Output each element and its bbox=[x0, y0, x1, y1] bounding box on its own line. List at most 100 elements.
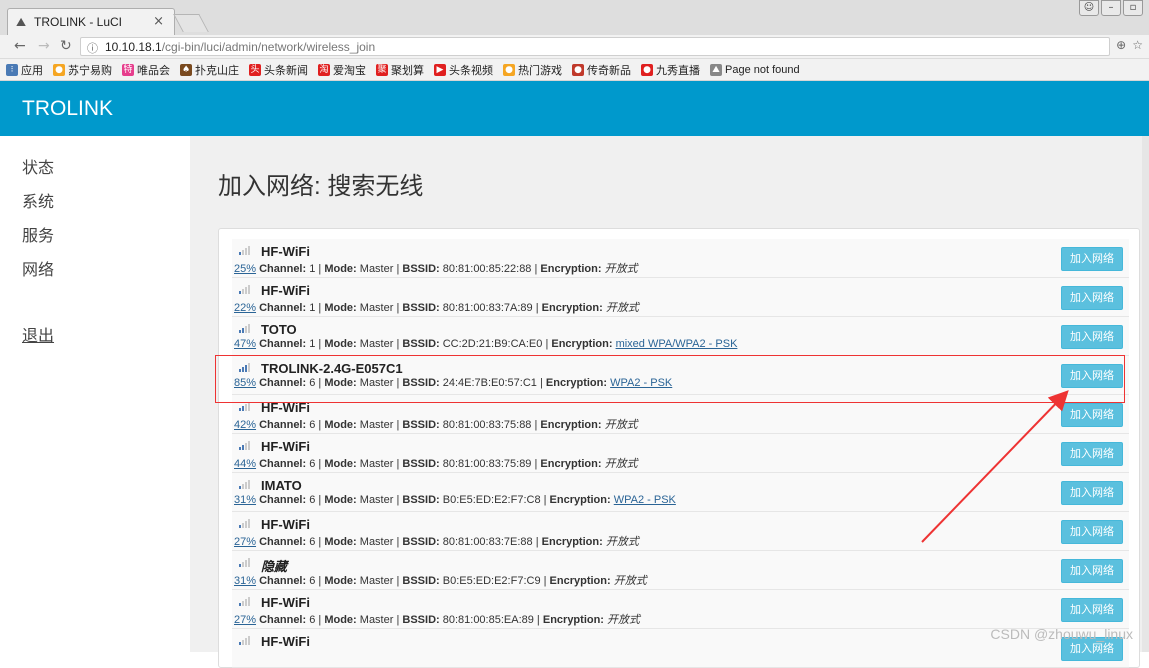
highlight-box bbox=[215, 355, 1125, 403]
address-toolbar: ← → ↻ ⓘ 10.10.18.1/cgi-bin/luci/admin/ne… bbox=[0, 35, 1149, 59]
bssid-value: B0:E5:ED:E2:F7:C9 bbox=[442, 575, 541, 587]
join-network-button[interactable]: 加入网络 bbox=[1061, 559, 1123, 583]
bookmark-item[interactable]: 特唯品会 bbox=[122, 62, 170, 78]
signal-percent-link[interactable]: 27% bbox=[234, 614, 256, 626]
network-list-panel: HF-WiFi 25% Channel: 1 | Mode: Master | B… bbox=[218, 228, 1140, 668]
join-network-button[interactable]: 加入网络 bbox=[1061, 325, 1123, 349]
encryption-link[interactable]: mixed WPA/WPA2 - PSK bbox=[616, 338, 738, 350]
channel-label: Channel: bbox=[259, 338, 307, 350]
bookmark-item[interactable]: 淘爱淘宝 bbox=[318, 62, 366, 78]
network-details: 42% Channel: 6 | Mode: Master | BSSID: 8… bbox=[234, 418, 638, 431]
brand-logo[interactable]: TROLINK bbox=[22, 97, 113, 121]
join-network-button[interactable]: 加入网络 bbox=[1061, 598, 1123, 622]
signal-percent-link[interactable]: 47% bbox=[234, 338, 256, 350]
signal-percent-link[interactable]: 42% bbox=[234, 419, 256, 431]
signal-percent-link[interactable]: 31% bbox=[234, 494, 256, 506]
bookmark-item[interactable]: ▶ 头条视频 bbox=[434, 62, 493, 78]
signal-percent-link[interactable]: 27% bbox=[234, 536, 256, 548]
watermark: CSDN @zhouwu_linux bbox=[990, 626, 1133, 642]
bookmark-item[interactable]: ● 苏宁易购 bbox=[53, 62, 112, 78]
join-network-button[interactable]: 加入网络 bbox=[1061, 247, 1123, 271]
bssid-value: 80:81:00:85:EA:89 bbox=[442, 614, 534, 626]
sidebar-item-system[interactable]: 系统 bbox=[22, 188, 54, 212]
mode-value: Master bbox=[359, 458, 394, 470]
bookmark-icon: ⛰ bbox=[710, 63, 722, 76]
network-ssid: HF-WiFi bbox=[261, 439, 310, 454]
channel-value: 6 bbox=[309, 575, 316, 587]
network-details: 25% Channel: 1 | Mode: Master | BSSID: 8… bbox=[234, 262, 638, 275]
join-network-button[interactable]: 加入网络 bbox=[1061, 403, 1123, 427]
network-row: HF-WiFi 25% Channel: 1 | Mode: Master | B… bbox=[232, 239, 1129, 278]
sidebar-item-status[interactable]: 状态 bbox=[22, 154, 54, 178]
encryption-label: Encryption: bbox=[541, 302, 603, 314]
encryption-link[interactable]: WPA2 - PSK bbox=[614, 494, 676, 506]
bookmark-item[interactable]: ● 热门游戏 bbox=[503, 62, 562, 78]
encryption-value: 开放式 bbox=[604, 457, 638, 470]
bookmark-icon: ● bbox=[641, 63, 653, 76]
new-tab-button[interactable] bbox=[173, 14, 209, 32]
encryption-value: 开放式 bbox=[604, 262, 638, 275]
network-details: 44% Channel: 6 | Mode: Master | BSSID: 8… bbox=[234, 457, 638, 470]
join-network-button[interactable]: 加入网络 bbox=[1061, 286, 1123, 310]
bookmark-item[interactable]: ⁝ 应用 bbox=[6, 62, 43, 78]
user-profile-icon[interactable]: ☺ bbox=[1079, 0, 1099, 16]
forward-icon[interactable]: → bbox=[38, 38, 50, 54]
signal-percent-link[interactable]: 22% bbox=[234, 302, 256, 314]
bookmark-star-icon[interactable]: ☆ bbox=[1132, 38, 1143, 52]
site-info-icon[interactable]: ⓘ bbox=[87, 40, 98, 56]
bookmark-icon: ♠ bbox=[180, 63, 192, 76]
network-ssid: IMATO bbox=[261, 478, 302, 493]
sidebar-item-services[interactable]: 服务 bbox=[22, 222, 54, 246]
signal-percent-link[interactable]: 25% bbox=[234, 263, 256, 275]
encryption-label: Encryption: bbox=[541, 536, 603, 548]
encryption-label: Encryption: bbox=[540, 458, 602, 470]
join-network-button[interactable]: 加入网络 bbox=[1061, 481, 1123, 505]
mode-value: Master bbox=[359, 302, 394, 314]
channel-label: Channel: bbox=[259, 575, 307, 587]
mode-label: Mode: bbox=[324, 458, 357, 470]
bookmark-icon: 聚 bbox=[376, 63, 388, 76]
channel-value: 6 bbox=[309, 494, 316, 506]
bookmark-label: Page not found bbox=[725, 63, 800, 76]
reload-icon[interactable]: ↻ bbox=[60, 38, 72, 54]
bssid-label: BSSID: bbox=[402, 302, 440, 314]
network-row: HF-WiFi 22% Channel: 1 | Mode: Master | B… bbox=[232, 278, 1129, 317]
page-title: 加入网络: 搜索无线 bbox=[218, 173, 424, 200]
zoom-icon[interactable]: ⊕ bbox=[1116, 38, 1126, 52]
bookmark-label: 头条视频 bbox=[449, 64, 493, 77]
join-network-button[interactable]: 加入网络 bbox=[1061, 520, 1123, 544]
bookmark-item[interactable]: ● 九秀直播 bbox=[641, 62, 700, 78]
signal-strength-icon bbox=[239, 246, 250, 255]
network-details: 31% Channel: 6 | Mode: Master | BSSID: B… bbox=[234, 574, 647, 587]
maximize-icon[interactable]: ▫ bbox=[1123, 0, 1143, 16]
bookmark-item[interactable]: ● 传奇新品 bbox=[572, 62, 631, 78]
channel-label: Channel: bbox=[259, 302, 307, 314]
network-ssid: TOTO bbox=[261, 322, 297, 337]
mode-label: Mode: bbox=[324, 494, 357, 506]
bookmark-item[interactable]: 头头条新闻 bbox=[249, 62, 308, 78]
encryption-label: Encryption: bbox=[549, 575, 611, 587]
bookmark-item[interactable]: 聚聚划算 bbox=[376, 62, 424, 78]
channel-value: 6 bbox=[309, 536, 316, 548]
minimize-icon[interactable]: – bbox=[1101, 0, 1121, 16]
signal-strength-icon bbox=[239, 636, 250, 645]
sidebar-item-logout[interactable]: 退出 bbox=[22, 322, 54, 346]
back-icon[interactable]: ← bbox=[14, 38, 26, 54]
join-network-button[interactable]: 加入网络 bbox=[1061, 442, 1123, 466]
bookmark-item[interactable]: ♠ 扑克山庄 bbox=[180, 62, 239, 78]
sidebar-item-network[interactable]: 网络 bbox=[22, 256, 54, 280]
signal-strength-icon bbox=[239, 441, 250, 450]
url-field[interactable]: ⓘ 10.10.18.1/cgi-bin/luci/admin/network/… bbox=[80, 37, 1110, 56]
signal-percent-link[interactable]: 44% bbox=[234, 458, 256, 470]
browser-tab[interactable]: ⛰ TROLINK - LuCI × bbox=[7, 8, 175, 35]
signal-percent-link[interactable]: 31% bbox=[234, 575, 256, 587]
bookmark-item[interactable]: ⛰ Page not found bbox=[710, 63, 800, 76]
channel-value: 1 bbox=[309, 302, 316, 314]
luci-favicon-icon: ⛰ bbox=[16, 15, 27, 29]
scrollbar[interactable] bbox=[1142, 136, 1149, 652]
network-details: 27% Channel: 6 | Mode: Master | BSSID: 8… bbox=[234, 535, 639, 548]
bookmark-label: 爱淘宝 bbox=[333, 64, 366, 77]
bookmark-icon: 特 bbox=[122, 63, 134, 76]
close-tab-icon[interactable]: × bbox=[153, 14, 164, 29]
bookmark-label: 应用 bbox=[21, 64, 43, 77]
